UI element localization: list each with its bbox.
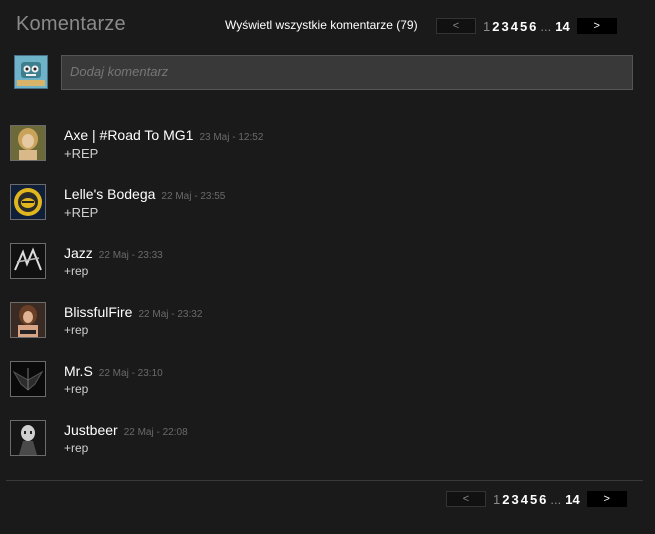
pager-bottom: < 1 2 3 4 5 6 ... 14 > [446,490,627,508]
page-6-link[interactable]: 6 [529,19,536,34]
page-1-current: 1 [493,491,501,507]
commenter-avatar[interactable] [10,125,46,161]
comment-item: BlissfulFire 22 Maj - 23:32 +rep [10,302,610,342]
section-divider [6,480,643,481]
prev-page-button[interactable]: < [436,18,476,34]
dark-wings-avatar-icon [11,362,45,396]
comment-timestamp: 22 Maj - 23:10 [98,368,163,379]
comment-item: Axe | #Road To MG1 23 Maj - 12:52 +REP [10,125,610,165]
page-5-link[interactable]: 5 [530,492,537,507]
commenter-avatar[interactable] [10,420,46,456]
page-2-link[interactable]: 2 [502,492,509,507]
page-5-link[interactable]: 5 [520,19,527,34]
commenter-name[interactable]: Justbeer [64,422,118,438]
next-page-button[interactable]: > [576,18,617,34]
commenter-name[interactable]: Axe | #Road To MG1 [64,127,193,143]
page-6-link[interactable]: 6 [539,492,546,507]
page-3-link[interactable]: 3 [511,492,518,507]
comment-text: +REP [64,146,99,161]
page-ellipsis: ... [540,18,552,34]
section-title: Komentarze [16,13,126,35]
robot-avatar-icon [15,56,47,88]
pager-top: < 1 2 3 4 5 6 ... 14 > [436,17,617,35]
commenter-name[interactable]: BlissfulFire [64,304,132,320]
current-user-avatar [14,55,48,89]
page-4-link[interactable]: 4 [511,19,518,34]
commenter-name[interactable]: Mr.S [64,363,93,379]
comments-header: Komentarze Wyświetl wszystkie komentarze… [0,0,655,50]
prev-page-button[interactable]: < [446,491,486,507]
comment-timestamp: 22 Maj - 23:32 [138,309,203,320]
masked-figure-avatar-icon [11,421,45,455]
commenter-name[interactable]: Lelle's Bodega [64,186,155,202]
page-4-link[interactable]: 4 [521,492,528,507]
view-all-comments-link[interactable]: Wyświetl wszystkie komentarze (79) [225,18,418,32]
comment-timestamp: 22 Maj - 23:55 [161,191,226,202]
page-last-link[interactable]: 14 [555,19,569,34]
add-comment-input[interactable]: Dodaj komentarz [61,55,633,90]
page-3-link[interactable]: 3 [501,19,508,34]
comment-text: +rep [64,323,89,337]
jazz-graffiti-avatar-icon [11,244,45,278]
comment-item: Lelle's Bodega 22 Maj - 23:55 +REP [10,184,610,224]
girl-portrait-avatar-icon [11,126,45,160]
comment-text: +rep [64,382,89,396]
comment-timestamp: 22 Maj - 22:08 [123,427,188,438]
next-page-button[interactable]: > [586,491,627,507]
page-ellipsis: ... [550,491,562,507]
page-last-link[interactable]: 14 [565,492,579,507]
comment-text: +REP [64,205,99,220]
comment-text: +rep [64,264,89,278]
bee-emblem-avatar-icon [11,185,45,219]
commenter-avatar[interactable] [10,361,46,397]
comment-timestamp: 23 Maj - 12:52 [199,132,264,143]
commenter-avatar[interactable] [10,302,46,338]
comment-item: Mr.S 22 Maj - 23:10 +rep [10,361,610,401]
commenter-name[interactable]: Jazz [64,245,93,261]
page-1-current: 1 [483,18,491,34]
comment-item: Jazz 22 Maj - 23:33 +rep [10,243,610,283]
commenter-avatar[interactable] [10,184,46,220]
woman-portrait-avatar-icon [11,303,45,337]
page-list: 1 2 3 4 5 6 ... 14 [492,492,581,507]
page-list: 1 2 3 4 5 6 ... 14 [482,19,571,34]
comment-text: +rep [64,441,89,455]
comment-timestamp: 22 Maj - 23:33 [98,250,163,261]
comment-item: Justbeer 22 Maj - 22:08 +rep [10,420,610,460]
page-2-link[interactable]: 2 [492,19,499,34]
commenter-avatar[interactable] [10,243,46,279]
